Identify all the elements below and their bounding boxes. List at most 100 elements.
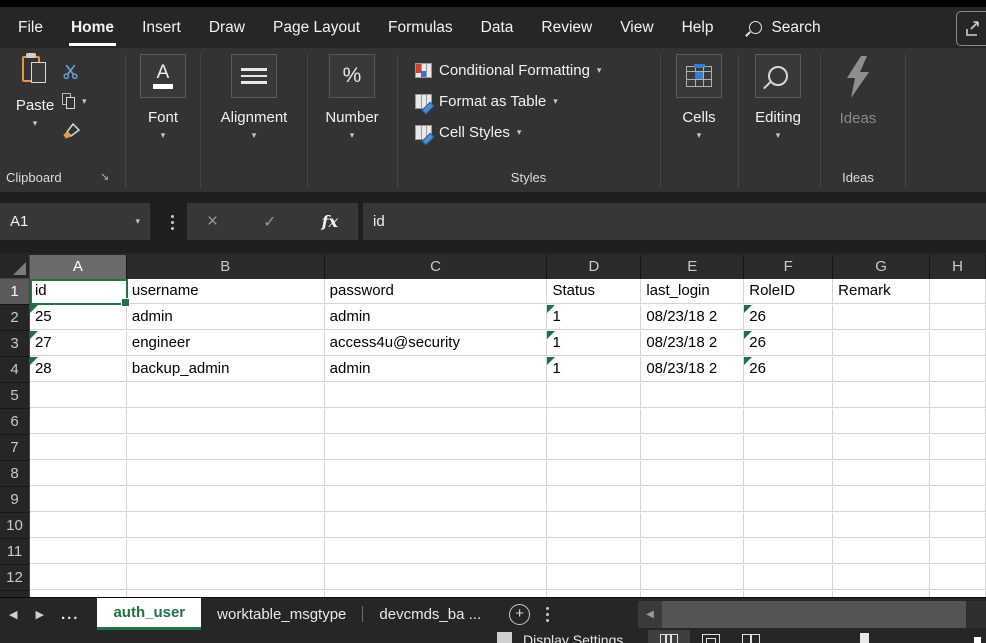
tab-help[interactable]: Help (668, 7, 728, 48)
column-header-D[interactable]: D (547, 255, 641, 279)
cell-A1[interactable]: id (30, 279, 127, 304)
cell-A5[interactable] (30, 383, 127, 408)
cell-C4[interactable]: admin (325, 357, 548, 382)
cell-G11[interactable] (833, 539, 930, 564)
cell-D12[interactable] (547, 565, 641, 590)
cell-D11[interactable] (547, 539, 641, 564)
cut-button[interactable] (62, 56, 114, 86)
cell-E4[interactable]: 08/23/18 2 (641, 357, 744, 382)
cell-H10[interactable] (930, 513, 986, 538)
cell-D9[interactable] (547, 487, 641, 512)
format-as-table-button[interactable]: Format as Table ▾ (415, 90, 558, 112)
cell-G8[interactable] (833, 461, 930, 486)
cell-C8[interactable] (325, 461, 548, 486)
cell-E3[interactable]: 08/23/18 2 (641, 331, 744, 356)
sheet-options-dots[interactable] (546, 607, 549, 622)
cell-D3[interactable]: 1 (547, 331, 641, 356)
cell-C2[interactable]: admin (325, 305, 548, 330)
cell-H9[interactable] (930, 487, 986, 512)
cell-B5[interactable] (127, 383, 325, 408)
row-header-9[interactable]: 9 (0, 487, 30, 513)
row-header-8[interactable]: 8 (0, 461, 30, 487)
cell-C9[interactable] (325, 487, 548, 512)
page-break-view-icon[interactable] (742, 634, 760, 643)
cell-G4[interactable] (833, 357, 930, 382)
cell-B12[interactable] (127, 565, 325, 590)
column-header-B[interactable]: B (127, 255, 325, 279)
cell-D7[interactable] (547, 435, 641, 460)
scroll-left-arrow[interactable]: ◀ (638, 601, 662, 628)
column-header-C[interactable]: C (325, 255, 548, 279)
row-header-12[interactable]: 12 (0, 565, 30, 591)
display-settings-icon[interactable] (497, 632, 512, 643)
column-header-H[interactable]: H (930, 255, 986, 279)
format-painter-button[interactable] (62, 116, 114, 146)
cell-B7[interactable] (127, 435, 325, 460)
cell-D1[interactable]: Status (547, 279, 641, 304)
cell-C12[interactable] (325, 565, 548, 590)
column-header-G[interactable]: G (833, 255, 930, 279)
tab-home[interactable]: Home (57, 7, 128, 48)
sheet-tab-devcmds[interactable]: devcmds_ba ... (363, 598, 497, 630)
row-header-1[interactable]: 1 (0, 279, 30, 305)
editing-dropdown-arrow[interactable]: ▾ (776, 131, 781, 139)
name-box-dropdown-arrow[interactable]: ▾ (135, 216, 140, 227)
cell-G5[interactable] (833, 383, 930, 408)
formula-bar-options-dots[interactable] (166, 208, 178, 236)
cell-E2[interactable]: 08/23/18 2 (641, 305, 744, 330)
cell-H12[interactable] (930, 565, 986, 590)
cell-E8[interactable] (641, 461, 744, 486)
tab-file[interactable]: File (4, 7, 57, 48)
more-sheets-button[interactable]: ... (53, 606, 88, 623)
cell-F12[interactable] (744, 565, 833, 590)
cell-F1[interactable]: RoleID (744, 279, 833, 304)
row-header-6[interactable]: 6 (0, 409, 30, 435)
cell-E5[interactable] (641, 383, 744, 408)
editing-group-button[interactable]: Editing ▾ (743, 54, 813, 139)
cell-D6[interactable] (547, 409, 641, 434)
cell-F8[interactable] (744, 461, 833, 486)
formula-input[interactable]: id (363, 203, 986, 240)
cell-H2[interactable] (930, 305, 986, 330)
cell-H1[interactable] (930, 279, 986, 304)
cell-F7[interactable] (744, 435, 833, 460)
new-sheet-button[interactable]: + (509, 604, 530, 625)
cell-D2[interactable]: 1 (547, 305, 641, 330)
cell-D8[interactable] (547, 461, 641, 486)
cell-A10[interactable] (30, 513, 127, 538)
cell-F3[interactable]: 26 (744, 331, 833, 356)
tab-data[interactable]: Data (467, 7, 528, 48)
cell-A8[interactable] (30, 461, 127, 486)
column-header-F[interactable]: F (744, 255, 833, 279)
cell-C11[interactable] (325, 539, 548, 564)
cell-E9[interactable] (641, 487, 744, 512)
conditional-formatting-button[interactable]: Conditional Formatting ▾ (415, 59, 601, 81)
cell-G2[interactable] (833, 305, 930, 330)
cell-G7[interactable] (833, 435, 930, 460)
cell-F4[interactable]: 26 (744, 357, 833, 382)
row-header-10[interactable]: 10 (0, 513, 30, 539)
page-layout-view-icon[interactable] (702, 634, 720, 643)
tab-insert[interactable]: Insert (128, 7, 195, 48)
cell-A4[interactable]: 28 (30, 357, 127, 382)
sheet-tab-auth-user[interactable]: auth_user (97, 598, 201, 630)
insert-function-button[interactable]: fx (322, 212, 338, 231)
copy-button[interactable]: ▾ (62, 86, 114, 116)
cell-G12[interactable] (833, 565, 930, 590)
row-header-3[interactable]: 3 (0, 331, 30, 357)
horizontal-scrollbar[interactable]: ◀ (638, 601, 986, 628)
cell-E7[interactable] (641, 435, 744, 460)
cell-F10[interactable] (744, 513, 833, 538)
select-all-corner[interactable] (0, 255, 30, 279)
cell-E6[interactable] (641, 409, 744, 434)
cell-C3[interactable]: access4u@security (325, 331, 548, 356)
cell-D5[interactable] (547, 383, 641, 408)
next-sheet-button[interactable]: ▶ (26, 608, 52, 621)
cell-B2[interactable]: admin (127, 305, 325, 330)
cell-H3[interactable] (930, 331, 986, 356)
name-box[interactable]: A1 ▾ (0, 203, 150, 240)
cells-group-button[interactable]: Cells ▾ (664, 54, 734, 139)
cell-B3[interactable]: engineer (127, 331, 325, 356)
scrollbar-thumb[interactable] (662, 601, 966, 628)
cell-H6[interactable] (930, 409, 986, 434)
